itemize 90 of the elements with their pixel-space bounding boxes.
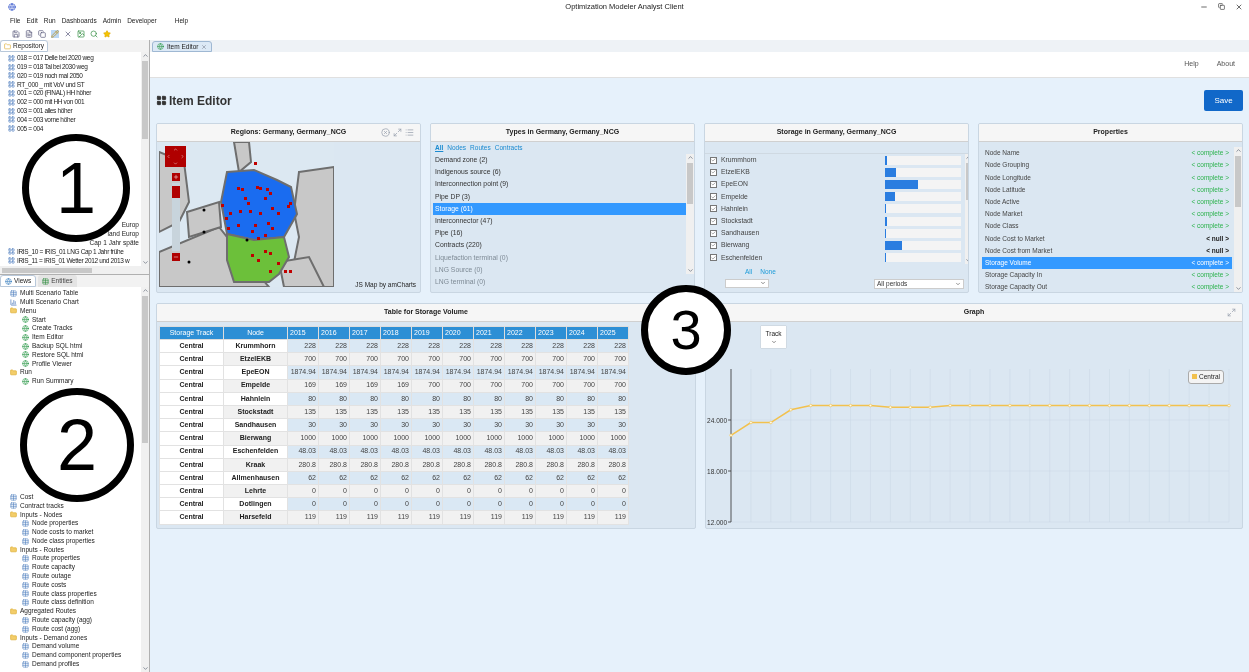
data-point xyxy=(769,420,773,425)
data-point xyxy=(1068,403,1072,408)
data-point xyxy=(729,433,733,437)
scroll-down-icon[interactable] xyxy=(141,665,149,672)
data-point xyxy=(968,403,972,408)
data-point xyxy=(749,420,753,425)
expand-icon[interactable] xyxy=(1227,308,1236,317)
data-point xyxy=(1127,403,1131,408)
scroll-up-icon[interactable] xyxy=(141,52,149,59)
checkbox[interactable] xyxy=(710,193,717,201)
globe-icon xyxy=(5,277,12,285)
checkbox[interactable] xyxy=(710,217,717,225)
bar-chart-icon xyxy=(10,298,17,306)
zoom-out-button[interactable] xyxy=(171,253,180,261)
data-point xyxy=(1107,403,1112,408)
folder-icon xyxy=(10,511,17,519)
dropdown[interactable] xyxy=(725,278,769,288)
save-button[interactable]: Save xyxy=(1204,90,1243,111)
data-point xyxy=(988,403,992,408)
folder-icon xyxy=(4,42,11,50)
data-point xyxy=(1147,403,1151,408)
horizontal-scrollbar[interactable] xyxy=(0,266,149,274)
data-point xyxy=(1008,403,1012,408)
checkbox[interactable] xyxy=(710,241,717,249)
scroll-up-icon[interactable] xyxy=(1234,147,1242,154)
delete-icon[interactable] xyxy=(64,30,72,38)
data-point xyxy=(789,408,793,412)
folder-icon xyxy=(10,546,17,554)
data-point xyxy=(948,403,952,408)
data-point xyxy=(829,403,833,408)
scrollbar[interactable] xyxy=(1234,147,1242,292)
checkbox[interactable] xyxy=(710,229,717,237)
minus-icon xyxy=(172,254,179,260)
caret-icon xyxy=(760,280,766,287)
restore-icon[interactable] xyxy=(1218,3,1225,10)
data-point xyxy=(1227,403,1231,408)
copy-icon[interactable] xyxy=(38,30,46,38)
app-icon xyxy=(8,3,16,11)
expand-icon[interactable] xyxy=(393,128,402,137)
data-point xyxy=(908,405,912,409)
data-point xyxy=(888,405,892,409)
data-point xyxy=(868,403,873,408)
data-point xyxy=(1187,403,1191,408)
data-point xyxy=(1087,403,1092,408)
picture-icon[interactable] xyxy=(77,30,85,38)
caret-icon xyxy=(955,280,961,287)
map-drawing[interactable] xyxy=(159,142,334,287)
data-point xyxy=(848,403,853,408)
close-icon[interactable] xyxy=(1235,3,1243,11)
checkbox[interactable] xyxy=(710,168,717,176)
slider-thumb[interactable] xyxy=(171,185,180,198)
scrollbar[interactable] xyxy=(686,154,694,274)
pencil-icon[interactable] xyxy=(51,30,59,38)
data-point xyxy=(1028,403,1032,408)
data-point xyxy=(1207,403,1211,408)
folder-icon xyxy=(10,608,17,615)
table-icon xyxy=(42,277,50,285)
data-point xyxy=(809,403,813,408)
checkbox[interactable] xyxy=(710,254,717,262)
search-icon[interactable] xyxy=(90,30,98,38)
data-point xyxy=(928,405,932,409)
scroll-down-icon[interactable] xyxy=(1234,285,1242,292)
folder-icon xyxy=(10,369,17,377)
zoom-slider[interactable] xyxy=(171,183,180,251)
list-icon[interactable] xyxy=(405,128,414,137)
grid-icon xyxy=(156,95,167,106)
checkbox[interactable] xyxy=(710,205,717,213)
globe-icon xyxy=(22,377,29,385)
scroll-up-icon[interactable] xyxy=(686,154,694,161)
map-pan-control[interactable] xyxy=(165,146,186,167)
star-icon[interactable] xyxy=(103,30,111,38)
plus-icon xyxy=(172,174,179,180)
data-point xyxy=(1167,403,1171,408)
zoom-in-button[interactable] xyxy=(171,173,180,181)
scroll-down-icon[interactable] xyxy=(686,267,694,274)
table-icon xyxy=(10,289,17,297)
document-icon[interactable] xyxy=(25,30,33,38)
checkbox[interactable] xyxy=(710,180,717,188)
page-heading: Item Editor xyxy=(169,92,232,110)
scroll-down-icon[interactable] xyxy=(141,259,149,266)
folder-icon xyxy=(10,307,17,315)
folder-icon xyxy=(10,634,17,642)
scroll-up-icon[interactable] xyxy=(141,287,149,294)
checkbox[interactable] xyxy=(710,156,717,164)
scrollbar[interactable] xyxy=(141,287,149,672)
data-point xyxy=(1048,403,1052,408)
caret-icon xyxy=(770,338,777,345)
save-icon[interactable] xyxy=(12,30,20,38)
globe-icon xyxy=(157,43,164,50)
minimize-icon[interactable] xyxy=(1200,3,1208,11)
